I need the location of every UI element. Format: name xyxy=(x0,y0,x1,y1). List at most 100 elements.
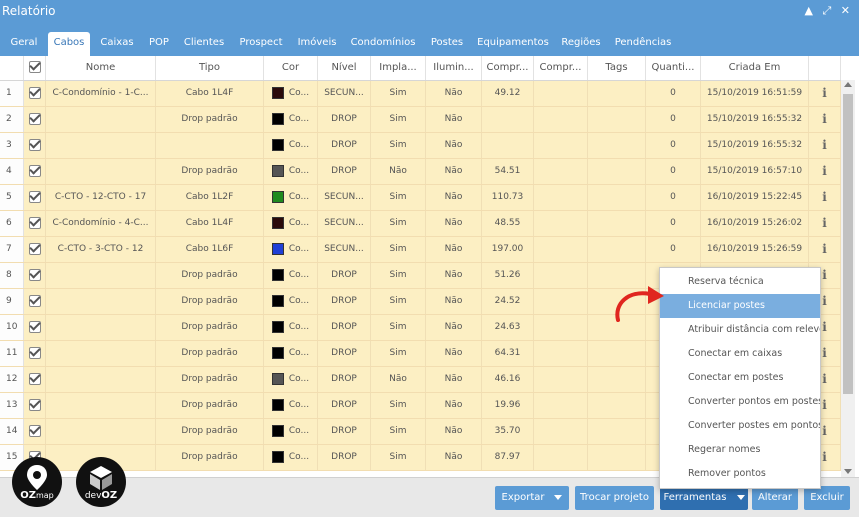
menu-item-conectar-em-caixas[interactable]: Conectar em caixas xyxy=(660,342,820,366)
checkbox-icon[interactable] xyxy=(28,164,41,177)
row-info-cell[interactable]: i xyxy=(809,133,841,158)
row-checkbox-cell[interactable] xyxy=(24,237,46,262)
vertical-scrollbar[interactable] xyxy=(841,80,855,477)
menu-item-licenciar-postes[interactable]: Licenciar postes xyxy=(660,294,820,318)
info-icon[interactable]: i xyxy=(822,419,827,444)
table-row[interactable]: 7 C-CTO - 3-CTO - 12 Cabo 1L6F Co... SECUN..… xyxy=(0,237,841,263)
row-checkbox-cell[interactable] xyxy=(24,393,46,418)
tab-im-veis[interactable]: Imóveis xyxy=(294,32,340,56)
delete-button[interactable]: Excluir xyxy=(804,486,850,510)
column-header[interactable]: Tags xyxy=(588,56,646,80)
tab-caixas[interactable]: Caixas xyxy=(96,32,138,56)
column-header[interactable]: Tipo xyxy=(156,56,264,80)
row-checkbox-cell[interactable] xyxy=(24,81,46,106)
tab-clientes[interactable]: Clientes xyxy=(180,32,228,56)
info-icon[interactable]: i xyxy=(822,289,827,314)
info-icon[interactable]: i xyxy=(822,393,827,418)
row-info-cell[interactable]: i xyxy=(809,237,841,262)
column-header[interactable]: Criada Em xyxy=(701,56,809,80)
tools-button[interactable]: Ferramentas xyxy=(660,486,748,510)
info-icon[interactable]: i xyxy=(822,211,827,236)
menu-item-remover-pontos[interactable]: Remover pontos xyxy=(660,462,820,486)
tab-geral[interactable]: Geral xyxy=(6,32,42,56)
checkbox-icon[interactable] xyxy=(28,268,41,281)
tab-pop[interactable]: POP xyxy=(144,32,174,56)
row-checkbox-cell[interactable] xyxy=(24,315,46,340)
row-info-cell[interactable]: i xyxy=(809,81,841,106)
column-header[interactable]: Cor xyxy=(264,56,318,80)
info-icon[interactable]: i xyxy=(822,367,827,392)
row-checkbox-cell[interactable] xyxy=(24,263,46,288)
menu-item-atribuir-distancia-com-relevo[interactable]: Atribuir distância com relevo xyxy=(660,318,820,342)
tab-regi-es[interactable]: Regiões xyxy=(556,32,606,56)
column-header[interactable]: Ilumin... xyxy=(426,56,482,80)
info-icon[interactable]: i xyxy=(822,445,827,470)
row-checkbox-cell[interactable] xyxy=(24,341,46,366)
tab-pend-ncias[interactable]: Pendências xyxy=(610,32,676,56)
checkbox-icon[interactable] xyxy=(28,190,41,203)
menu-item-converter-pontos-em-postes[interactable]: Converter pontos em postes xyxy=(660,390,820,414)
info-icon[interactable]: i xyxy=(822,263,827,288)
row-checkbox-cell[interactable] xyxy=(24,211,46,236)
column-header[interactable] xyxy=(809,56,841,80)
edit-button[interactable]: Alterar xyxy=(752,486,798,510)
menu-item-conectar-em-postes[interactable]: Conectar em postes xyxy=(660,366,820,390)
info-icon[interactable]: i xyxy=(822,341,827,366)
info-icon[interactable]: i xyxy=(822,81,827,106)
table-row[interactable]: 3 Co... DROP Sim Não 0 15/10/2019 16:55:32 i xyxy=(0,133,841,159)
row-checkbox-cell[interactable] xyxy=(24,107,46,132)
tab-condom-nios[interactable]: Condomínios xyxy=(346,32,420,56)
header-select-all-checkbox[interactable] xyxy=(24,56,46,80)
tab-equipamentos[interactable]: Equipamentos xyxy=(474,32,552,56)
info-icon[interactable]: i xyxy=(822,107,827,132)
table-row[interactable]: 1 C-Condomínio - 1-C... Cabo 1L4F Co... SECU… xyxy=(0,81,841,107)
tab-cabos[interactable]: Cabos xyxy=(48,32,90,56)
column-header[interactable]: Compr... xyxy=(534,56,588,80)
info-icon[interactable]: i xyxy=(822,133,827,158)
checkbox-icon[interactable] xyxy=(28,216,41,229)
checkbox-icon[interactable] xyxy=(28,424,41,437)
export-button[interactable]: Exportar xyxy=(495,486,569,510)
checkbox-icon[interactable] xyxy=(28,320,41,333)
row-info-cell[interactable]: i xyxy=(809,185,841,210)
info-icon[interactable]: i xyxy=(822,185,827,210)
menu-item-converter-postes-em-pontos[interactable]: Converter postes em pontos xyxy=(660,414,820,438)
table-row[interactable]: 6 C-Condomínio - 4-C... Cabo 1L4F Co... SECU… xyxy=(0,211,841,237)
checkbox-icon[interactable] xyxy=(28,112,41,125)
checkbox-icon[interactable] xyxy=(28,294,41,307)
checkbox-icon[interactable] xyxy=(28,398,41,411)
checkbox-icon[interactable] xyxy=(28,138,41,151)
scroll-down-icon[interactable] xyxy=(844,469,852,474)
menu-item-reserva-tecnica[interactable]: Reserva técnica xyxy=(660,270,820,294)
checkbox-icon[interactable] xyxy=(28,242,41,255)
table-row[interactable]: 2 Drop padrão Co... DROP Sim Não 0 15/10/2019 1… xyxy=(0,107,841,133)
row-info-cell[interactable]: i xyxy=(809,159,841,184)
row-checkbox-cell[interactable] xyxy=(24,185,46,210)
column-header[interactable]: Nível xyxy=(318,56,371,80)
info-icon[interactable]: i xyxy=(822,315,827,340)
row-checkbox-cell[interactable] xyxy=(24,367,46,392)
header-rownum[interactable] xyxy=(0,56,24,80)
row-checkbox-cell[interactable] xyxy=(24,133,46,158)
tab-prospect[interactable]: Prospect xyxy=(234,32,288,56)
checkbox-icon[interactable] xyxy=(28,372,41,385)
row-checkbox-cell[interactable] xyxy=(24,419,46,444)
column-header[interactable]: Nome xyxy=(46,56,156,80)
change-project-button[interactable]: Trocar projeto xyxy=(575,486,654,510)
checkbox-icon[interactable] xyxy=(28,61,41,73)
row-info-cell[interactable]: i xyxy=(809,211,841,236)
checkbox-icon[interactable] xyxy=(28,346,41,359)
menu-item-regerar-nomes[interactable]: Regerar nomes xyxy=(660,438,820,462)
table-row[interactable]: 4 Drop padrão Co... DROP Não Não 54.51 0 15/10/2… xyxy=(0,159,841,185)
info-icon[interactable]: i xyxy=(822,237,827,262)
checkbox-icon[interactable] xyxy=(28,86,41,99)
info-icon[interactable]: i xyxy=(822,159,827,184)
scroll-thumb[interactable] xyxy=(843,94,853,394)
row-checkbox-cell[interactable] xyxy=(24,159,46,184)
column-header[interactable]: Impla... xyxy=(371,56,426,80)
column-header[interactable]: Compr... xyxy=(482,56,534,80)
tab-postes[interactable]: Postes xyxy=(424,32,470,56)
row-checkbox-cell[interactable] xyxy=(24,289,46,314)
table-row[interactable]: 5 C-CTO - 12-CTO - 17 Cabo 1L2F Co... SECUN.… xyxy=(0,185,841,211)
row-info-cell[interactable]: i xyxy=(809,107,841,132)
